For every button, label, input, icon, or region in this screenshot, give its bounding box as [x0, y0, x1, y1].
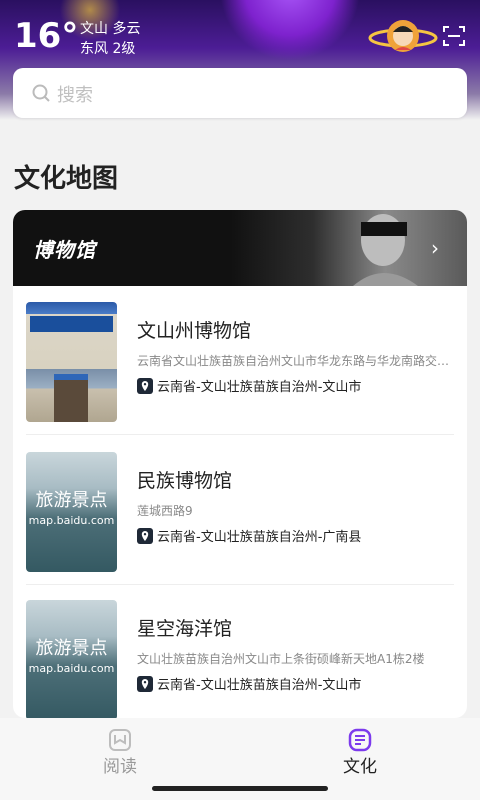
- banner-title: 博物馆: [33, 238, 96, 262]
- divider: [26, 434, 454, 435]
- search-placeholder: 搜索: [57, 85, 93, 106]
- item-name: 文山州博物馆: [137, 320, 252, 342]
- temperature: 16°: [14, 16, 79, 56]
- item-address: 莲城西路9: [137, 504, 193, 518]
- item-region: 云南省-文山壮族苗族自治州-广南县: [137, 526, 361, 545]
- location-pin-icon: [137, 377, 153, 394]
- book-icon: [109, 729, 131, 751]
- tab-label: 阅读: [103, 757, 137, 777]
- home-indicator[interactable]: [152, 786, 328, 791]
- museum-photo: [26, 302, 117, 422]
- list-item[interactable]: 文山州博物馆 云南省文山壮族苗族自治州文山市华龙东路与华龙南路交叉口 云南省-文…: [13, 286, 467, 434]
- scenic-placeholder-image: 旅游景点 map.baidu.com: [26, 600, 117, 718]
- scenic-placeholder-image: 旅游景点 map.baidu.com: [26, 452, 117, 572]
- avatar-icon[interactable]: [368, 14, 438, 58]
- item-name: 星空海洋馆: [137, 618, 233, 640]
- region-text: 云南省-文山壮族苗族自治州-文山市: [157, 678, 362, 693]
- tab-label: 文化: [343, 757, 377, 777]
- search-icon: [32, 84, 50, 102]
- search-bar[interactable]: 搜索: [13, 68, 467, 118]
- item-region: 云南省-文山壮族苗族自治州-文山市: [137, 674, 361, 693]
- item-region: 云南省-文山壮族苗族自治州-文山市: [137, 376, 361, 395]
- item-name: 民族博物馆: [137, 470, 233, 492]
- item-address: 云南省文山壮族苗族自治州文山市华龙东路与华龙南路交叉口: [137, 354, 455, 368]
- statue-image: [353, 214, 418, 286]
- museum-card: 博物馆 › 文山州博物馆 云南省文山壮族苗族自治州文山市华龙东路与华龙南路交叉口…: [13, 210, 467, 718]
- list-item[interactable]: 旅游景点 map.baidu.com 民族博物馆 莲城西路9 云南省-文山壮族苗…: [13, 436, 467, 584]
- chevron-right-icon: ›: [431, 236, 439, 260]
- item-address: 文山壮族苗族自治州文山市上条街硕峰新天地A1栋2楼: [137, 652, 425, 666]
- section-title: 文化地图: [14, 164, 119, 194]
- wind-info: 东风 2级: [80, 41, 136, 57]
- location-weather: 文山 多云: [80, 21, 141, 37]
- list-item[interactable]: 旅游景点 map.baidu.com 星空海洋馆 文山壮族苗族自治州文山市上条街…: [13, 584, 467, 718]
- location-pin-icon: [137, 527, 153, 544]
- museum-banner[interactable]: 博物馆 ›: [13, 210, 467, 286]
- region-text: 云南省-文山壮族苗族自治州-广南县: [157, 530, 362, 545]
- culture-icon: [348, 728, 372, 752]
- location-pin-icon: [137, 675, 153, 692]
- region-text: 云南省-文山壮族苗族自治州-文山市: [157, 380, 362, 395]
- scan-icon[interactable]: [442, 24, 466, 48]
